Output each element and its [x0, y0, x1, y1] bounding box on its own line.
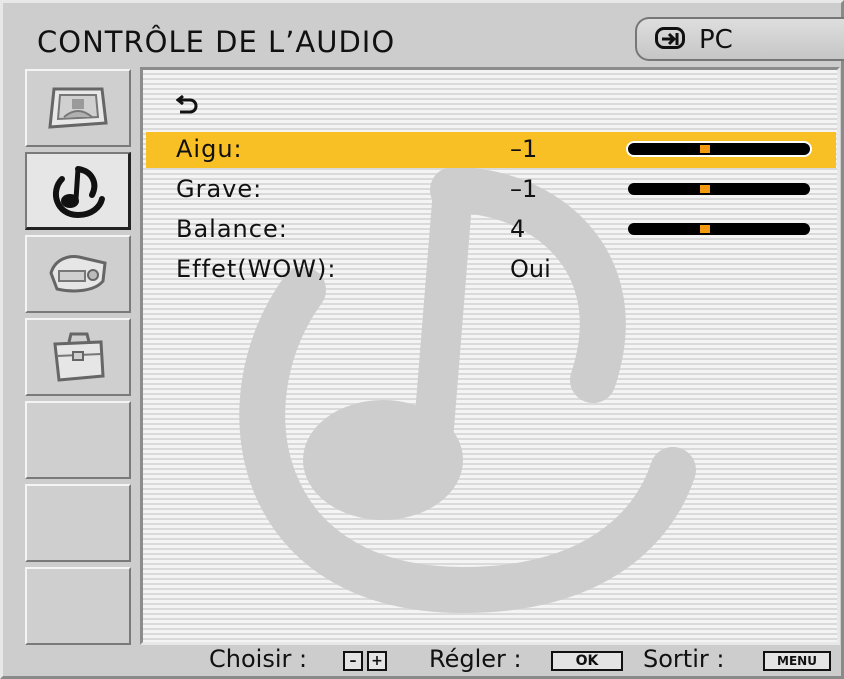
bass-slider[interactable]	[628, 183, 810, 195]
balance-label: Balance:	[176, 215, 288, 243]
menu-key: MENU	[763, 651, 831, 671]
treble-slider-knob[interactable]	[700, 145, 710, 153]
treble-slider[interactable]	[628, 143, 810, 155]
bass-label: Grave:	[176, 175, 263, 203]
balance-slider[interactable]	[628, 223, 810, 235]
treble-value: –1	[510, 135, 538, 163]
bass-slider-track	[628, 183, 810, 195]
sidebar-item-tools[interactable]	[25, 318, 131, 396]
balance-value: 4	[510, 215, 526, 243]
minus-key: –	[343, 651, 363, 671]
plus-key: +	[367, 651, 387, 671]
balance-slider-track	[628, 223, 810, 235]
menu-key-label: MENU	[777, 654, 817, 668]
wow-effect-value[interactable]: Oui	[510, 255, 551, 283]
menu-row-bass[interactable]: Grave: –1	[146, 172, 836, 208]
toolbox-icon	[53, 332, 105, 382]
choose-label: Choisir :	[209, 645, 308, 673]
page-title: CONTRÔLE DE L’AUDIO	[37, 25, 396, 59]
treble-slider-track	[628, 143, 810, 155]
picture-icon	[48, 87, 108, 129]
ok-key: OK	[551, 651, 623, 671]
menu-row-treble[interactable]: Aigu: –1	[146, 132, 836, 168]
back-arrow-icon[interactable]	[176, 94, 198, 114]
sidebar-item-empty-3	[25, 567, 131, 645]
sidebar-item-empty-2	[25, 484, 131, 562]
bass-slider-knob[interactable]	[700, 185, 710, 193]
input-source-label: PC	[699, 25, 733, 55]
input-source-icon	[655, 27, 685, 49]
audio-settings-panel: Aigu: –1 Grave: –1 Balance: 4 Effet(WOW)…	[140, 67, 840, 645]
projector-icon	[49, 255, 107, 293]
osd-window: CONTRÔLE DE L’AUDIO PC Aigu: –1 Grave: –…	[0, 0, 844, 679]
sidebar-item-audio[interactable]	[25, 152, 131, 230]
music-note-icon	[52, 165, 105, 218]
plus-key-label: +	[371, 653, 383, 669]
sidebar-item-image[interactable]	[25, 69, 131, 147]
menu-row-balance[interactable]: Balance: 4	[146, 212, 836, 248]
footer-help-bar: Choisir : – + Régler : OK Sortir : MENU	[3, 643, 844, 679]
sidebar-item-empty-1	[25, 401, 131, 479]
minus-key-label: –	[349, 653, 357, 669]
wow-effect-label: Effet(WOW):	[176, 255, 337, 283]
menu-row-wow-effect[interactable]: Effet(WOW): Oui	[146, 252, 836, 288]
ok-key-label: OK	[575, 653, 599, 669]
input-source-indicator: PC	[635, 17, 844, 61]
balance-slider-knob[interactable]	[700, 225, 710, 233]
exit-label: Sortir :	[643, 645, 725, 673]
sidebar-item-setup[interactable]	[25, 235, 131, 313]
treble-label: Aigu:	[176, 135, 243, 163]
adjust-label: Régler :	[429, 645, 522, 673]
bass-value: –1	[510, 175, 538, 203]
